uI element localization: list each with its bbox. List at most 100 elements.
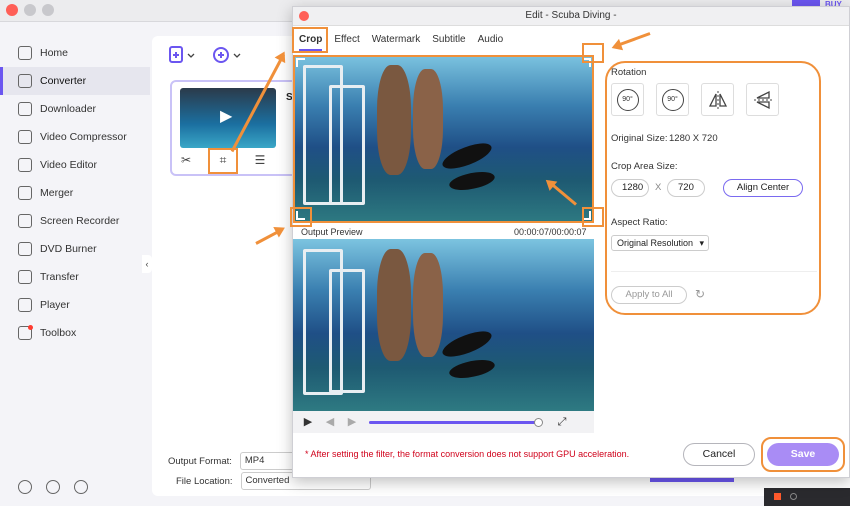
crop-size-separator: X — [655, 182, 662, 193]
play-button[interactable]: ▶ — [301, 415, 315, 429]
rotate-left-90-icon: 90° — [616, 88, 639, 111]
sidebar-item-toolbox[interactable]: Toolbox — [0, 319, 150, 347]
recorder-icon — [18, 214, 32, 228]
flip-horizontal-icon — [708, 90, 727, 109]
tab-audio[interactable]: Audio — [472, 29, 510, 51]
apply-to-all-button[interactable]: Apply to All — [611, 286, 687, 304]
help-icon[interactable] — [18, 480, 32, 494]
sidebar-item-label: Home — [40, 47, 69, 59]
toolbox-icon — [18, 325, 33, 340]
fullscreen-icon[interactable]: ⤢ — [555, 415, 569, 429]
previous-frame-icon[interactable]: ◀ — [323, 415, 337, 429]
output-format-label: Output Format: — [168, 455, 232, 467]
sidebar-item-label: Toolbox — [40, 327, 77, 339]
sidebar-item-downloader[interactable]: Downloader — [0, 95, 150, 123]
edit-dialog: Edit - Scuba Diving - Crop Effect Waterm… — [290, 6, 850, 478]
effects-menu-icon[interactable]: ☰ — [252, 152, 268, 168]
minimize-window-button[interactable] — [24, 4, 36, 16]
time-display: 00:00:07/00:00:07 — [514, 227, 587, 237]
rotation-label: Rotation — [611, 67, 647, 78]
crop-video-preview[interactable] — [293, 55, 594, 223]
play-icon[interactable]: ▶ — [220, 108, 236, 126]
dvd-icon — [18, 242, 32, 256]
divider — [611, 271, 817, 272]
cancel-button[interactable]: Cancel — [683, 443, 755, 466]
window-controls — [6, 4, 54, 16]
next-frame-icon[interactable]: ▶ — [345, 415, 359, 429]
sidebar-item-label: Video Editor — [40, 159, 98, 171]
record-icon[interactable] — [774, 493, 781, 500]
align-center-button[interactable]: Align Center — [723, 179, 803, 197]
sidebar-item-label: Player — [40, 299, 70, 311]
settings-icon[interactable] — [790, 493, 797, 500]
sidebar-item-transfer[interactable]: Transfer — [0, 263, 150, 291]
crop-settings-panel: Rotation 90° 90° Original Size: 1280 X 7… — [605, 61, 821, 315]
gpu-warning-text: * After setting the filter, the format c… — [305, 449, 630, 459]
tab-effect[interactable]: Effect — [328, 29, 365, 51]
sidebar-item-dvd-burner[interactable]: DVD Burner — [0, 235, 150, 263]
flip-vertical-icon — [753, 90, 772, 109]
crop-handle-top-left[interactable] — [296, 58, 305, 67]
playback-progress-bar[interactable] — [369, 417, 543, 427]
sidebar-footer — [18, 480, 88, 494]
sidebar-item-label: Screen Recorder — [40, 215, 120, 227]
tab-subtitle[interactable]: Subtitle — [426, 29, 471, 51]
sidebar-item-converter[interactable]: Converter — [0, 67, 150, 95]
taskbar-corner — [764, 488, 850, 506]
add-media-button[interactable] — [212, 44, 242, 66]
reset-icon[interactable]: ↻ — [695, 287, 705, 301]
original-size-label: Original Size: — [611, 133, 668, 144]
feedback-icon[interactable] — [74, 480, 88, 494]
add-file-button[interactable] — [168, 44, 198, 66]
flip-horizontal-button[interactable] — [701, 83, 734, 116]
aspect-ratio-value: Original Resolution — [617, 238, 694, 248]
sidebar-item-label: Downloader — [40, 103, 97, 115]
trim-scissors-icon[interactable]: ✂ — [178, 152, 194, 168]
rotate-right-90-icon: 90° — [661, 88, 684, 111]
aspect-ratio-select[interactable]: Original Resolution ▾ — [611, 235, 709, 251]
sidebar-item-label: Converter — [40, 75, 87, 87]
transfer-icon — [18, 270, 32, 284]
video-frame — [293, 239, 594, 411]
sidebar-item-screen-recorder[interactable]: Screen Recorder — [0, 207, 150, 235]
flip-vertical-button[interactable] — [746, 83, 779, 116]
sidebar-item-label: DVD Burner — [40, 243, 97, 255]
add-file-icon — [169, 46, 195, 63]
sidebar-item-label: Video Compressor — [40, 131, 127, 143]
crop-width-input[interactable]: 1280 — [611, 179, 649, 197]
sidebar-item-merger[interactable]: Merger — [0, 179, 150, 207]
sidebar-item-label: Transfer — [40, 271, 79, 283]
rotate-left-90-button[interactable]: 90° — [611, 83, 644, 116]
output-preview-video[interactable] — [293, 239, 594, 411]
add-media-icon — [213, 47, 241, 63]
player-icon — [18, 298, 32, 312]
dialog-title: Edit - Scuba Diving - — [525, 10, 617, 21]
top-right-corner-highlight — [582, 43, 604, 63]
player-controls: ▶ ◀ ▶ ⤢ — [293, 411, 594, 433]
chevron-down-icon: ▾ — [699, 238, 704, 248]
merger-icon — [18, 186, 32, 200]
editor-icon — [18, 158, 32, 172]
sidebar-item-player[interactable]: Player — [0, 291, 150, 319]
tab-watermark[interactable]: Watermark — [366, 29, 427, 51]
close-window-button[interactable] — [6, 4, 18, 16]
sidebar-item-home[interactable]: Home — [0, 39, 150, 67]
sidebar: Home Converter Downloader Video Compress… — [0, 22, 150, 506]
crop-tab-highlight — [292, 27, 328, 53]
save-button-highlight — [761, 437, 845, 472]
maximize-window-button[interactable] — [42, 4, 54, 16]
crop-frame[interactable] — [293, 55, 594, 223]
output-preview-label: Output Preview — [301, 227, 363, 237]
rotate-right-90-button[interactable]: 90° — [656, 83, 689, 116]
bottom-left-corner-highlight — [290, 207, 312, 227]
crop-height-input[interactable]: 720 — [667, 179, 705, 197]
progress-handle[interactable] — [534, 417, 543, 427]
bell-icon[interactable] — [46, 480, 60, 494]
progress-fill — [369, 420, 539, 424]
sidebar-item-video-editor[interactable]: Video Editor — [0, 151, 150, 179]
bottom-right-corner-highlight — [582, 207, 604, 227]
crop-icon[interactable]: ⌗ — [208, 148, 238, 174]
converter-icon — [18, 74, 32, 88]
collapse-sidebar-chevron-icon[interactable]: ‹ — [142, 255, 152, 273]
sidebar-item-video-compressor[interactable]: Video Compressor — [0, 123, 150, 151]
